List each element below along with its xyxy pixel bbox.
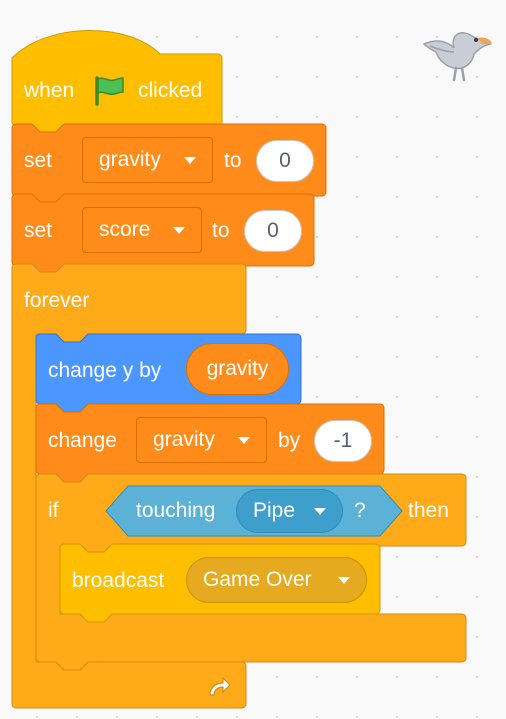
forever-label: forever xyxy=(24,289,90,312)
broadcast-label: broadcast xyxy=(72,569,165,592)
gravity-variable-dropdown[interactable]: gravity xyxy=(82,137,213,183)
touching-object-dropdown-label: Pipe xyxy=(253,499,296,522)
chevron-down-icon xyxy=(184,157,196,164)
score-variable-dropdown-label: score xyxy=(99,218,151,241)
gravity-variable-dropdown-label: gravity xyxy=(99,148,161,171)
set-score-to-label: to xyxy=(212,219,230,242)
then-label: then xyxy=(408,499,449,522)
set-gravity-label: set xyxy=(24,149,53,172)
change-amount-input[interactable]: -1 xyxy=(314,420,372,462)
change-variable-dropdown-label: gravity xyxy=(153,428,215,451)
chevron-down-icon xyxy=(338,577,350,584)
change-variable-dropdown[interactable]: gravity xyxy=(136,417,267,463)
gravity-reporter[interactable]: gravity xyxy=(186,343,289,395)
chevron-down-icon xyxy=(173,227,185,234)
set-gravity-to-label: to xyxy=(224,149,242,172)
score-initial-value-input[interactable]: 0 xyxy=(244,210,302,252)
set-score-label: set xyxy=(24,219,53,242)
touching-label: touching xyxy=(136,499,216,522)
broadcast-message-dropdown[interactable]: Game Over xyxy=(186,557,367,603)
change-y-label: change y by xyxy=(48,359,162,382)
gravity-initial-value-input[interactable]: 0 xyxy=(256,140,314,182)
code-workspace[interactable]: when clicked set gravity to 0 set score … xyxy=(0,0,506,719)
touching-object-dropdown[interactable]: Pipe xyxy=(236,489,343,533)
green-flag-icon xyxy=(95,76,124,106)
if-label: if xyxy=(48,499,59,522)
chevron-down-icon xyxy=(314,508,326,515)
touching-question-mark: ? xyxy=(354,499,366,522)
broadcast-message-dropdown-label: Game Over xyxy=(203,568,312,591)
loop-arrow-icon xyxy=(209,677,231,696)
change-by-label: by xyxy=(278,429,301,452)
score-variable-dropdown[interactable]: score xyxy=(82,207,202,253)
chevron-down-icon xyxy=(238,437,250,444)
hat-clicked-label: clicked xyxy=(138,79,203,102)
hat-when-label: when xyxy=(24,79,75,102)
change-gravity-label: change xyxy=(48,429,117,452)
